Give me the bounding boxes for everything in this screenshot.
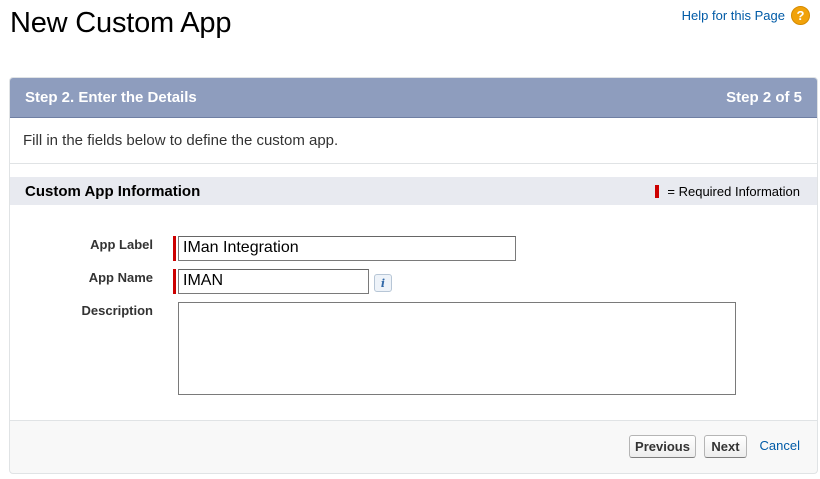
- required-marker-icon: [655, 184, 660, 198]
- app-name-input[interactable]: IMAN: [178, 269, 369, 294]
- help-link-label[interactable]: Help for this Page: [682, 8, 785, 23]
- required-legend: = Required Information: [655, 184, 800, 199]
- required-legend-text: = Required Information: [667, 183, 800, 199]
- intro-text: Fill in the fields below to define the c…: [10, 118, 817, 164]
- previous-button[interactable]: Previous: [629, 435, 696, 458]
- app-label-label: App Label: [90, 237, 153, 252]
- app-label-required-marker: [173, 236, 176, 261]
- help-link[interactable]: Help for this Page ?: [682, 6, 810, 25]
- description-label: Description: [81, 303, 153, 318]
- app-label-input[interactable]: IMan Integration: [178, 236, 516, 261]
- page-title: New Custom App: [10, 7, 232, 39]
- section-title: Custom App Information: [25, 182, 201, 200]
- info-icon[interactable]: i: [374, 274, 392, 292]
- custom-app-info-section: Custom App Information = Required Inform…: [10, 164, 817, 421]
- step-title: Step 2. Enter the Details: [25, 89, 197, 106]
- app-name-required-marker: [173, 269, 176, 294]
- next-button[interactable]: Next: [704, 435, 747, 458]
- app-name-label: App Name: [88, 270, 153, 285]
- wizard-panel: Step 2. Enter the Details Step 2 of 5 Fi…: [9, 77, 818, 474]
- description-textarea[interactable]: [178, 302, 736, 395]
- step-indicator: Step 2 of 5: [726, 89, 802, 106]
- button-bar: Previous Next Cancel: [10, 421, 817, 473]
- section-header: Custom App Information = Required Inform…: [10, 177, 817, 205]
- help-question-icon[interactable]: ?: [791, 6, 810, 25]
- cancel-link[interactable]: Cancel: [760, 438, 800, 453]
- wizard-header: Step 2. Enter the Details Step 2 of 5: [10, 78, 817, 118]
